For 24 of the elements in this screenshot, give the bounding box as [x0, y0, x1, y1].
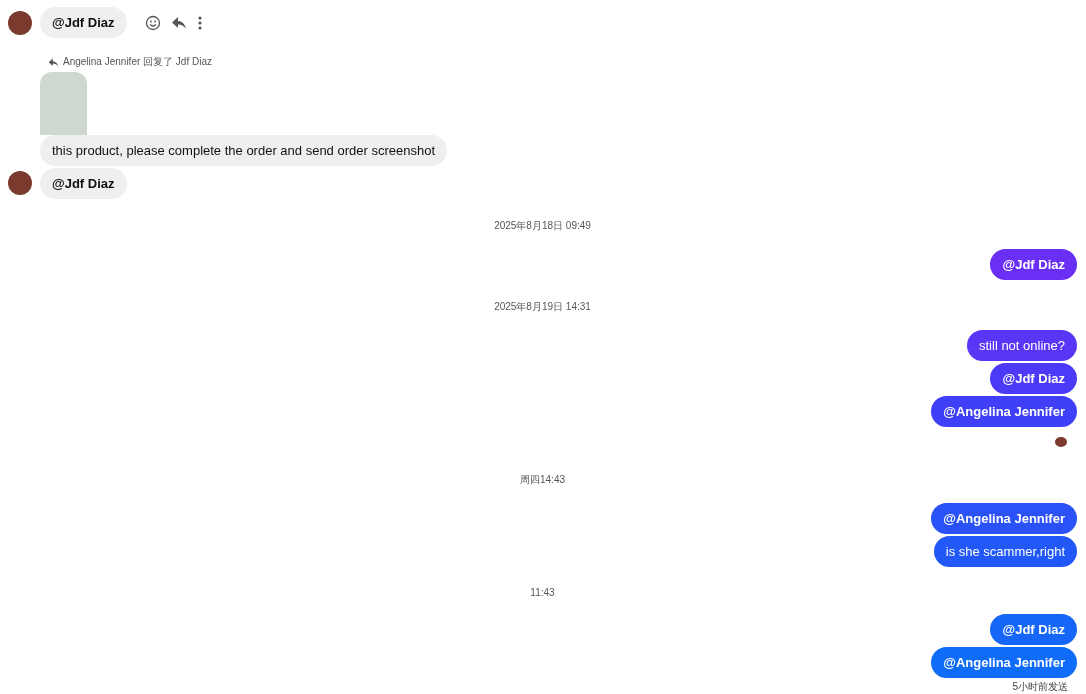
message-bubble: this product, please complete the order and send order screenshot — [40, 134, 447, 166]
emoji-icon[interactable] — [144, 14, 161, 31]
message-bubble: @Jdf Diaz — [990, 614, 1077, 645]
reply-icon — [48, 56, 59, 68]
message-bubble: @Jdf Diaz — [40, 167, 127, 199]
timestamp: 11:43 — [530, 587, 555, 598]
reply-label: Angelina Jennifer 回复了 Jdf Diaz — [63, 55, 212, 69]
message-bubble: still not online? — [967, 329, 1077, 361]
message-bubble: is she scammer,right — [933, 536, 1077, 567]
message-bubble: @Jdf Diaz — [990, 248, 1077, 280]
seen-avatar — [1055, 436, 1067, 447]
message-bubble: @Angelina Jennifer — [931, 647, 1077, 678]
timestamp: 2025年8月19日 14:31 — [494, 299, 591, 314]
message-bubble: @Angelina Jennifer — [931, 503, 1077, 534]
reply-icon[interactable] — [170, 14, 187, 31]
timestamp: 2025年8月18日 09:49 — [494, 218, 591, 233]
timestamp: 周四14:43 — [520, 473, 565, 487]
sent-status: 5小时前发送 — [1012, 680, 1068, 694]
avatar[interactable] — [8, 171, 32, 196]
more-icon[interactable] — [196, 14, 203, 31]
message-bubble: @Jdf Diaz — [990, 362, 1077, 394]
message-bubble: @Jdf Diaz — [40, 7, 127, 38]
message-bubble: @Angelina Jennifer — [931, 395, 1077, 427]
avatar[interactable] — [8, 10, 32, 35]
